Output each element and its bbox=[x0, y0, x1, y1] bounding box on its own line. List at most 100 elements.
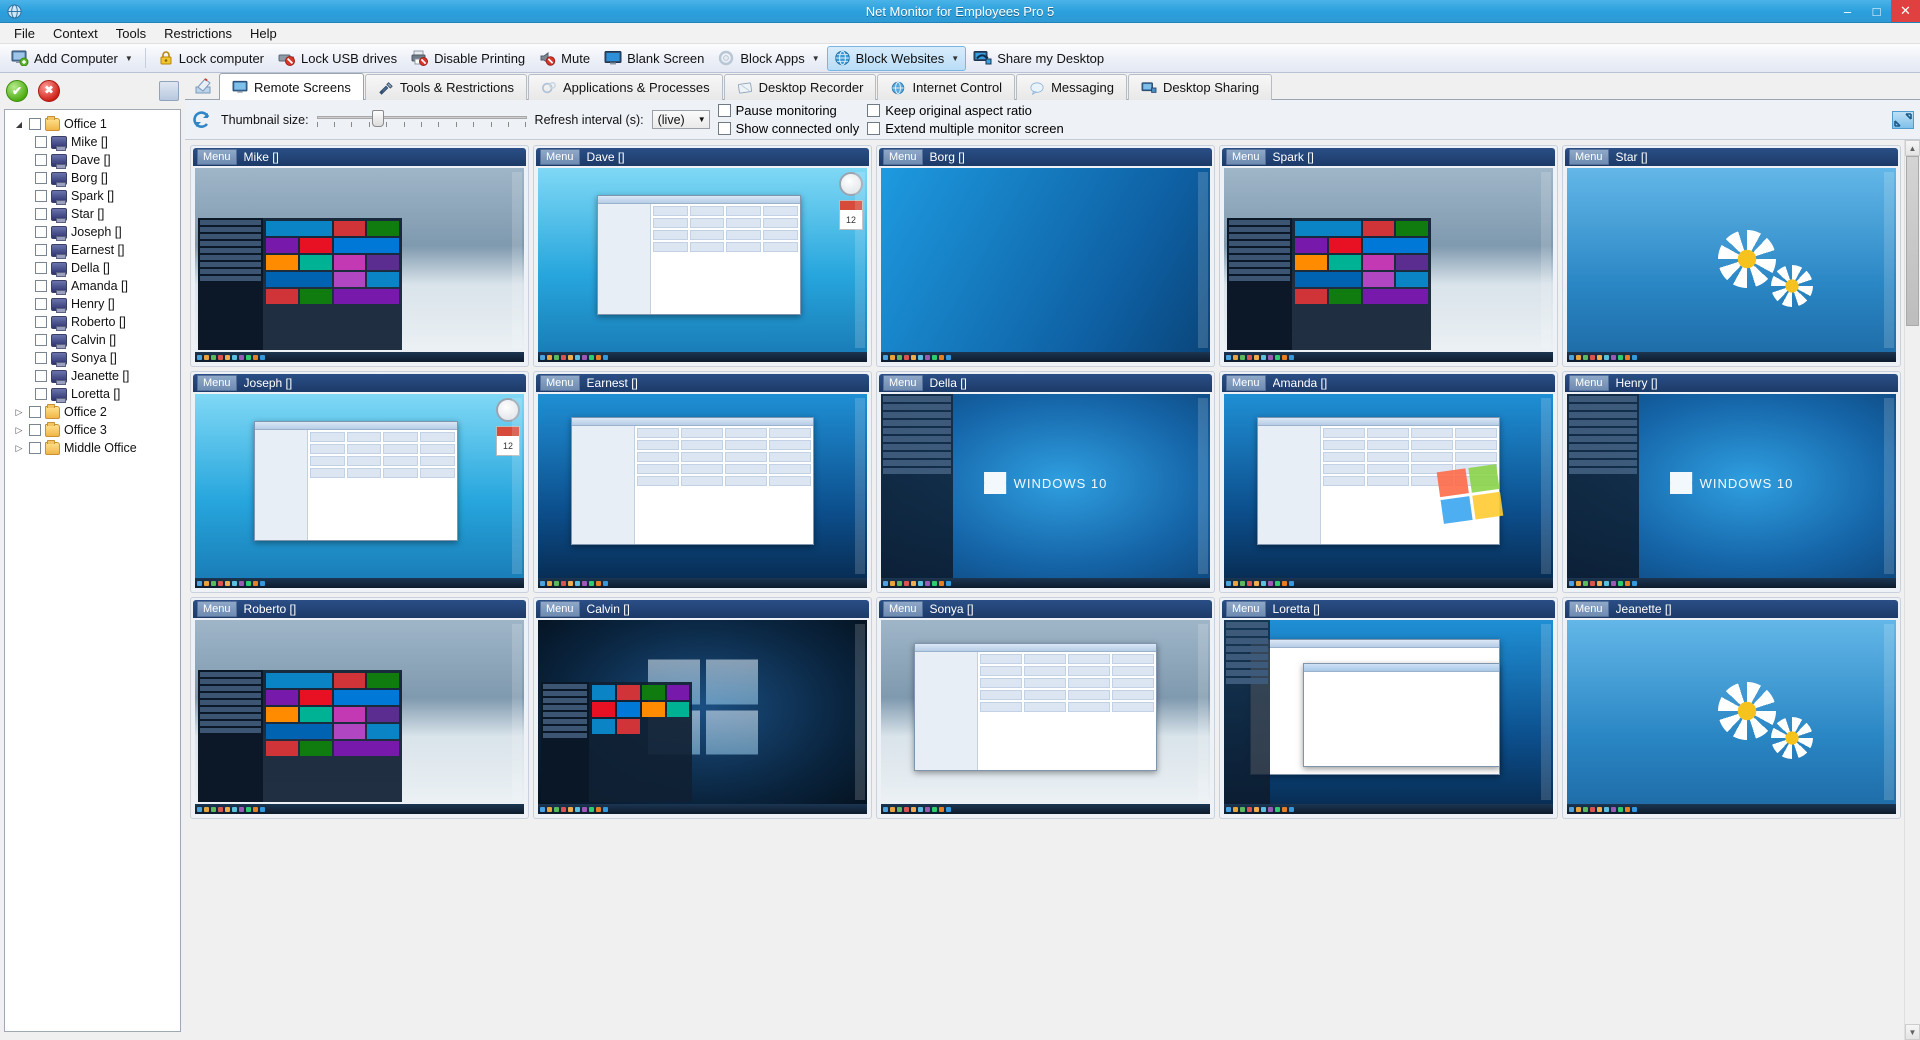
thumbnail-card[interactable]: MenuBorg [] bbox=[877, 146, 1214, 366]
thumbnail-screen[interactable]: WINDOWS 10 bbox=[1567, 394, 1896, 588]
computer-tree[interactable]: Office 1Mike []Dave []Borg []Spark []Sta… bbox=[4, 109, 181, 1032]
scrollbar-thumb[interactable] bbox=[1906, 156, 1919, 326]
thumbnail-card[interactable]: MenuDella []WINDOWS 10 bbox=[877, 372, 1214, 592]
tree-item-checkbox[interactable] bbox=[35, 172, 47, 184]
scroll-up-button[interactable]: ▲ bbox=[1905, 140, 1920, 156]
tree-item-office2[interactable]: Office 2 bbox=[5, 403, 180, 421]
toolbar-block-apps[interactable]: Block Apps ▼ bbox=[711, 46, 826, 71]
thumbnail-menu-button[interactable]: Menu bbox=[1569, 375, 1609, 391]
thumbnail-card[interactable]: MenuSonya [] bbox=[877, 598, 1214, 818]
tree-item-amanda[interactable]: Amanda [] bbox=[5, 277, 180, 295]
thumbnail-card[interactable]: MenuJoseph []12 bbox=[191, 372, 528, 592]
tree-item-checkbox[interactable] bbox=[35, 370, 47, 382]
tree-item-checkbox[interactable] bbox=[29, 118, 41, 130]
thumbnail-card[interactable]: MenuAmanda [] bbox=[1220, 372, 1557, 592]
tree-item-jeanette[interactable]: Jeanette [] bbox=[5, 367, 180, 385]
thumbnail-menu-button[interactable]: Menu bbox=[540, 601, 580, 617]
tab-desktop-sharing[interactable]: Desktop Sharing bbox=[1128, 74, 1272, 100]
tab-tools-restrictions[interactable]: Tools & Restrictions bbox=[365, 74, 527, 100]
checkbox-box[interactable] bbox=[867, 122, 880, 135]
grid-scrollbar[interactable]: ▲ ▼ bbox=[1904, 140, 1920, 1040]
tab-messaging[interactable]: Messaging bbox=[1016, 74, 1127, 100]
checkbox-show-connected-only[interactable]: Show connected only bbox=[718, 121, 860, 136]
tree-item-henry[interactable]: Henry [] bbox=[5, 295, 180, 313]
thumbnail-menu-button[interactable]: Menu bbox=[197, 375, 237, 391]
tree-item-mike[interactable]: Mike [] bbox=[5, 133, 180, 151]
thumbnail-menu-button[interactable]: Menu bbox=[883, 149, 923, 165]
tree-item-office3[interactable]: Office 3 bbox=[5, 421, 180, 439]
tree-item-della[interactable]: Della [] bbox=[5, 259, 180, 277]
tree-expand-icon[interactable] bbox=[13, 443, 25, 454]
toolbar-add-computer[interactable]: Add Computer ▼ bbox=[4, 46, 140, 71]
checkbox-keep-aspect-ratio[interactable]: Keep original aspect ratio bbox=[867, 103, 1063, 118]
menu-item-tools[interactable]: Tools bbox=[107, 24, 155, 43]
toolbar-block-websites[interactable]: Block Websites ▼ bbox=[827, 46, 967, 71]
tree-expand-icon[interactable] bbox=[13, 425, 25, 436]
thumbnail-screen[interactable]: WINDOWS 10 bbox=[881, 394, 1210, 588]
thumbnail-menu-button[interactable]: Menu bbox=[1226, 601, 1266, 617]
refresh-interval-select[interactable]: (live) ▼ bbox=[652, 110, 710, 129]
checkbox-box[interactable] bbox=[718, 122, 731, 135]
thumbnail-screen[interactable] bbox=[1224, 394, 1553, 588]
thumbnail-screen[interactable] bbox=[1224, 168, 1553, 362]
thumbnail-card[interactable]: MenuCalvin [] bbox=[534, 598, 871, 818]
checkbox-pause-monitoring[interactable]: Pause monitoring bbox=[718, 103, 860, 118]
tree-item-borg[interactable]: Borg [] bbox=[5, 169, 180, 187]
tree-item-checkbox[interactable] bbox=[35, 298, 47, 310]
tree-item-calvin[interactable]: Calvin [] bbox=[5, 331, 180, 349]
thumbnail-card[interactable]: MenuMike [] bbox=[191, 146, 528, 366]
tree-item-checkbox[interactable] bbox=[35, 208, 47, 220]
tree-item-checkbox[interactable] bbox=[29, 406, 41, 418]
tree-collapse-icon[interactable] bbox=[13, 120, 25, 129]
checkbox-box[interactable] bbox=[867, 104, 880, 117]
tab-remote-screens[interactable]: Remote Screens bbox=[219, 73, 364, 100]
tree-item-loretta[interactable]: Loretta [] bbox=[5, 385, 180, 403]
tree-item-checkbox[interactable] bbox=[35, 226, 47, 238]
toolbar-lock-usb-drives[interactable]: Lock USB drives bbox=[271, 46, 404, 71]
checkbox-box[interactable] bbox=[718, 104, 731, 117]
tree-item-checkbox[interactable] bbox=[29, 442, 41, 454]
report-icon[interactable] bbox=[159, 81, 179, 101]
thumbnail-card[interactable]: MenuHenry []WINDOWS 10 bbox=[1563, 372, 1900, 592]
thumbnail-menu-button[interactable]: Menu bbox=[1569, 601, 1609, 617]
close-button[interactable]: ✕ bbox=[1891, 0, 1920, 22]
chevron-down-icon[interactable]: ▼ bbox=[698, 115, 706, 124]
tab-applications-processes[interactable]: Applications & Processes bbox=[528, 74, 723, 100]
chevron-down-icon[interactable]: ▼ bbox=[951, 54, 959, 63]
tree-item-checkbox[interactable] bbox=[35, 388, 47, 400]
tree-item-roberto[interactable]: Roberto [] bbox=[5, 313, 180, 331]
scrollbar-track[interactable] bbox=[1905, 156, 1920, 1024]
toolbar-share-my-desktop[interactable]: Share my Desktop bbox=[966, 46, 1111, 71]
thumbnail-screen[interactable]: 12 bbox=[195, 394, 524, 588]
thumbnail-menu-button[interactable]: Menu bbox=[197, 601, 237, 617]
tree-item-earnest[interactable]: Earnest [] bbox=[5, 241, 180, 259]
thumbnail-screen[interactable] bbox=[1567, 168, 1896, 362]
tree-item-checkbox[interactable] bbox=[35, 154, 47, 166]
tree-item-dave[interactable]: Dave [] bbox=[5, 151, 180, 169]
chevron-down-icon[interactable]: ▼ bbox=[812, 54, 820, 63]
thumbnail-size-slider[interactable] bbox=[317, 109, 527, 131]
thumbnail-menu-button[interactable]: Menu bbox=[540, 149, 580, 165]
thumbnail-card[interactable]: MenuEarnest [] bbox=[534, 372, 871, 592]
tree-item-checkbox[interactable] bbox=[35, 352, 47, 364]
tree-item-checkbox[interactable] bbox=[35, 136, 47, 148]
thumbnail-card[interactable]: MenuDave []12 bbox=[534, 146, 871, 366]
tree-item-checkbox[interactable] bbox=[35, 262, 47, 274]
scroll-down-button[interactable]: ▼ bbox=[1905, 1024, 1920, 1040]
thumbnail-card[interactable]: MenuStar [] bbox=[1563, 146, 1900, 366]
tree-expand-icon[interactable] bbox=[13, 407, 25, 418]
thumbnail-screen[interactable] bbox=[195, 620, 524, 814]
expand-grid-icon[interactable] bbox=[1892, 111, 1914, 129]
toolbar-blank-screen[interactable]: Blank Screen bbox=[597, 46, 711, 71]
thumbnail-menu-button[interactable]: Menu bbox=[883, 601, 923, 617]
tree-item-checkbox[interactable] bbox=[29, 424, 41, 436]
thumbnail-menu-button[interactable]: Menu bbox=[1226, 149, 1266, 165]
thumbnail-card[interactable]: MenuLoretta [] bbox=[1220, 598, 1557, 818]
disconnect-all-icon[interactable] bbox=[38, 80, 60, 102]
thumbnail-screen[interactable] bbox=[538, 394, 867, 588]
tree-item-middleoffice[interactable]: Middle Office bbox=[5, 439, 180, 457]
thumbnail-card[interactable]: MenuSpark [] bbox=[1220, 146, 1557, 366]
chevron-down-icon[interactable]: ▼ bbox=[125, 54, 133, 63]
menu-item-context[interactable]: Context bbox=[44, 24, 107, 43]
thumbnail-screen[interactable] bbox=[1224, 620, 1553, 814]
